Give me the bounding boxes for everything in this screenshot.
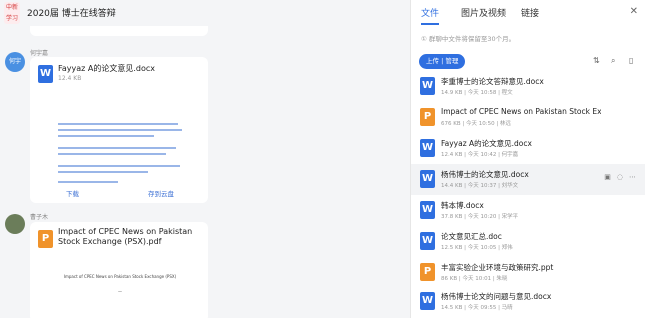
word-file-icon: W bbox=[420, 232, 435, 250]
file-row[interactable]: P 丰富实验企业环境与政策研究.ppt 86 KB | 今天 10:01 | 朱… bbox=[411, 257, 645, 288]
file-row[interactable]: W Fayyaz A的论文意见.docx 12.4 KB | 今天 10:42 … bbox=[411, 133, 645, 164]
save-icon[interactable]: ▣ bbox=[604, 173, 611, 181]
preview-title: Impact of CPEC News on Pakistan Stock Ex… bbox=[63, 274, 177, 279]
search-icon[interactable]: ⌕ bbox=[611, 56, 615, 66]
file-name: 杨伟博士的论文意见.docx bbox=[441, 170, 529, 179]
trash-icon[interactable]: ▯ bbox=[629, 56, 633, 65]
file-name: Fayyaz A的论文意见.docx bbox=[58, 64, 156, 73]
file-row[interactable]: P Impact of CPEC News on Pakistan Stock … bbox=[411, 102, 645, 133]
file-meta: 37.8 KB | 今天 10:20 | 宋学平 bbox=[441, 214, 519, 220]
file-size: 12.4 KB bbox=[58, 75, 82, 82]
chat-header: 中新 学习 2020届 博士在线答辩 bbox=[0, 0, 410, 26]
file-meta: 14.5 KB | 今天 09:55 | 马晴 bbox=[441, 305, 513, 311]
tab-links[interactable]: 链接 bbox=[521, 6, 539, 19]
file-card[interactable]: W Fayyaz A的论文意见.docx 12.4 KB 下载 存到云盘 bbox=[30, 57, 208, 203]
file-name: 杨伟博士论文的问题与意见.docx bbox=[441, 292, 552, 301]
file-meta: 676 KB | 今天 10:50 | 林远 bbox=[441, 121, 511, 127]
avatar[interactable]: 何宇 bbox=[5, 52, 25, 72]
retention-notice: ① 群聊中文件将保留至30个月。 bbox=[421, 35, 516, 43]
group-files-panel: 文件 图片及视频 链接 ✕ ① 群聊中文件将保留至30个月。 上传 | 管理 ⇅… bbox=[410, 0, 645, 318]
document-preview: Impact of CPEC News on Pakistan Stock Ex… bbox=[50, 274, 190, 294]
share-icon[interactable]: ◌ bbox=[617, 173, 623, 181]
tab-images-videos[interactable]: 图片及视频 bbox=[461, 6, 506, 19]
pdf-file-icon: P bbox=[420, 108, 435, 126]
upload-manage-button[interactable]: 上传 | 管理 bbox=[419, 54, 466, 69]
word-file-icon: W bbox=[420, 139, 435, 157]
file-card[interactable]: P Impact of CPEC News on Pakistan Stock … bbox=[30, 222, 208, 318]
sender-name: 曹子木 bbox=[30, 214, 49, 221]
word-file-icon: W bbox=[420, 77, 435, 95]
file-row[interactable]: W 李重博士的论文答辩意见.docx 14.9 KB | 今天 10:58 | … bbox=[411, 71, 645, 102]
file-row[interactable]: W 杨伟博士论文的问题与意见.docx 14.5 KB | 今天 09:55 |… bbox=[411, 286, 645, 317]
word-file-icon: W bbox=[38, 65, 53, 83]
sender-name: 何宇嘉 bbox=[30, 50, 49, 57]
row-actions: ▣ ◌ ⋯ bbox=[598, 173, 636, 181]
file-meta: 14.4 KB | 今天 10:37 | 刘华文 bbox=[441, 183, 519, 189]
save-to-cloud-link[interactable]: 存到云盘 bbox=[148, 188, 174, 198]
file-name: 李重博士的论文答辩意见.docx bbox=[441, 77, 544, 86]
word-file-icon: W bbox=[420, 170, 435, 188]
file-meta: 14.9 KB | 今天 10:58 | 程文 bbox=[441, 90, 513, 96]
sort-icon[interactable]: ⇅ bbox=[593, 56, 600, 65]
more-icon[interactable]: ⋯ bbox=[629, 173, 636, 181]
chat-message: 何宇 何宇嘉 W Fayyaz A的论文意见.docx 12.4 KB 下载 存… bbox=[0, 46, 410, 206]
file-name: 论文意见汇总.doc bbox=[441, 232, 502, 241]
ppt-file-icon: P bbox=[420, 263, 435, 281]
download-link[interactable]: 下载 bbox=[66, 188, 79, 198]
file-meta: 12.4 KB | 今天 10:42 | 何宇嘉 bbox=[441, 152, 519, 158]
file-name: Fayyaz A的论文意见.docx bbox=[441, 139, 532, 148]
close-icon[interactable]: ✕ bbox=[630, 6, 638, 17]
document-preview bbox=[58, 93, 186, 183]
app-window: 中新 学习 2020届 博士在线答辩 何宇 何宇嘉 W Fayyaz A的论文意… bbox=[0, 0, 645, 318]
file-name: Impact of CPEC News on Pakistan Stock Ex… bbox=[58, 227, 193, 246]
panel-tabs: 文件 图片及视频 链接 ✕ bbox=[411, 0, 645, 26]
pdf-file-icon: P bbox=[38, 230, 53, 248]
file-meta: 12.5 KB | 今天 10:05 | 郑伟 bbox=[441, 245, 513, 251]
active-tab-indicator bbox=[421, 23, 439, 25]
file-name: 韩本博.docx bbox=[441, 201, 484, 210]
word-file-icon: W bbox=[420, 201, 435, 219]
group-avatar[interactable]: 中新 学习 bbox=[4, 2, 20, 24]
file-row[interactable]: W 韩本博.docx 37.8 KB | 今天 10:20 | 宋学平 bbox=[411, 195, 645, 226]
chat-pane: 中新 学习 2020届 博士在线答辩 何宇 何宇嘉 W Fayyaz A的论文意… bbox=[0, 0, 410, 318]
file-meta: 86 KB | 今天 10:01 | 朱晓 bbox=[441, 276, 508, 282]
file-name: 丰富实验企业环境与政策研究.ppt bbox=[441, 263, 554, 272]
word-file-icon: W bbox=[420, 292, 435, 310]
file-name: Impact of CPEC News on Pakistan Stock Ex… bbox=[441, 107, 601, 116]
file-card-actions: 下载 存到云盘 bbox=[30, 185, 208, 199]
file-row[interactable]: W 杨伟博士的论文意见.docx 14.4 KB | 今天 10:37 | 刘华… bbox=[411, 164, 645, 195]
file-row[interactable]: W 论文意见汇总.doc 12.5 KB | 今天 10:05 | 郑伟 bbox=[411, 226, 645, 257]
chat-message: 曹子木 P Impact of CPEC News on Pakistan St… bbox=[0, 212, 410, 318]
avatar[interactable] bbox=[5, 214, 25, 234]
tab-files[interactable]: 文件 bbox=[421, 6, 439, 19]
chat-title: 2020届 博士在线答辩 bbox=[27, 9, 116, 19]
